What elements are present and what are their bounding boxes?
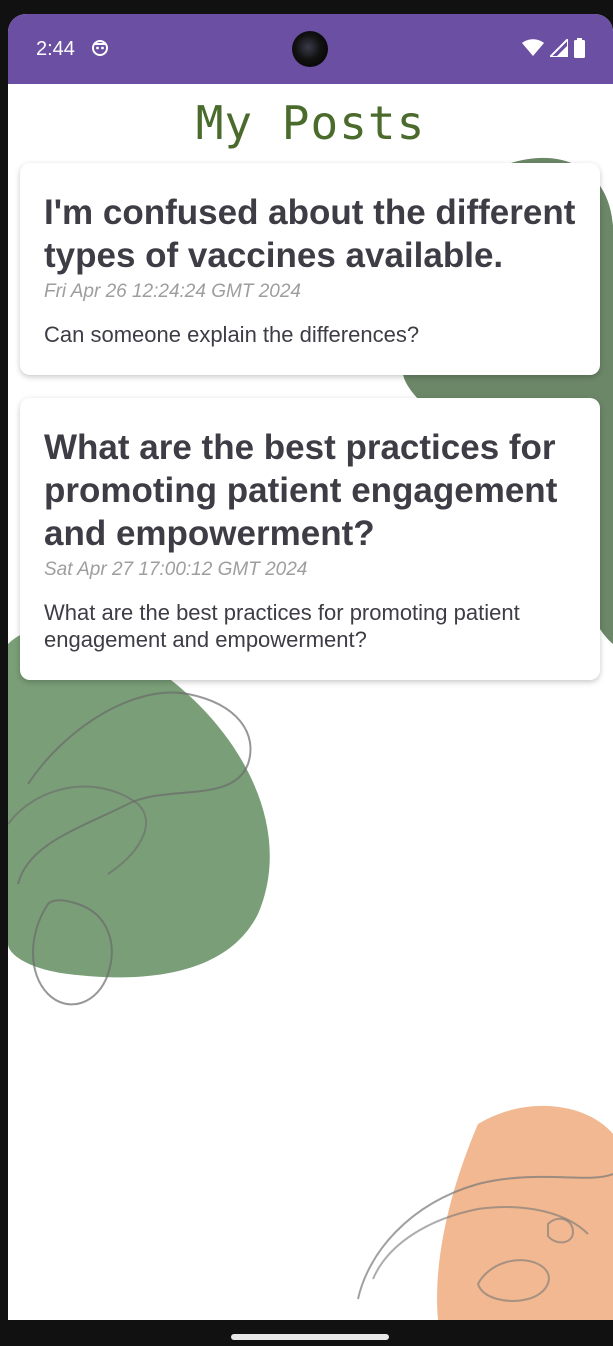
robot-icon (92, 40, 108, 56)
post-date: Fri Apr 26 12:24:24 GMT 2024 (44, 281, 301, 302)
wifi-icon (522, 39, 544, 56)
post-card[interactable]: What are the best practices for promotin… (20, 398, 600, 680)
post-card[interactable]: I'm confused about the different types o… (20, 163, 600, 375)
battery-icon (574, 38, 585, 58)
post-title: What are the best practices for promotin… (44, 428, 558, 553)
status-bar: 2:44 (8, 14, 613, 84)
page-title: My Posts (195, 96, 426, 150)
front-camera (292, 31, 328, 67)
post-body: What are the best practices for promotin… (44, 600, 520, 652)
cellular-signal-icon (550, 39, 568, 57)
navigation-bar (0, 1320, 613, 1346)
green-blob (8, 627, 270, 978)
status-icons (522, 38, 585, 58)
post-body: Can someone explain the differences? (44, 322, 420, 347)
app-screen: 2:44 My Posts I'm confused about the dif (8, 14, 613, 1320)
home-gesture-handle[interactable] (231, 1334, 389, 1340)
post-title: I'm confused about the different types o… (44, 193, 576, 275)
post-date: Sat Apr 27 17:00:12 GMT 2024 (44, 559, 308, 580)
status-time: 2:44 (36, 38, 75, 60)
